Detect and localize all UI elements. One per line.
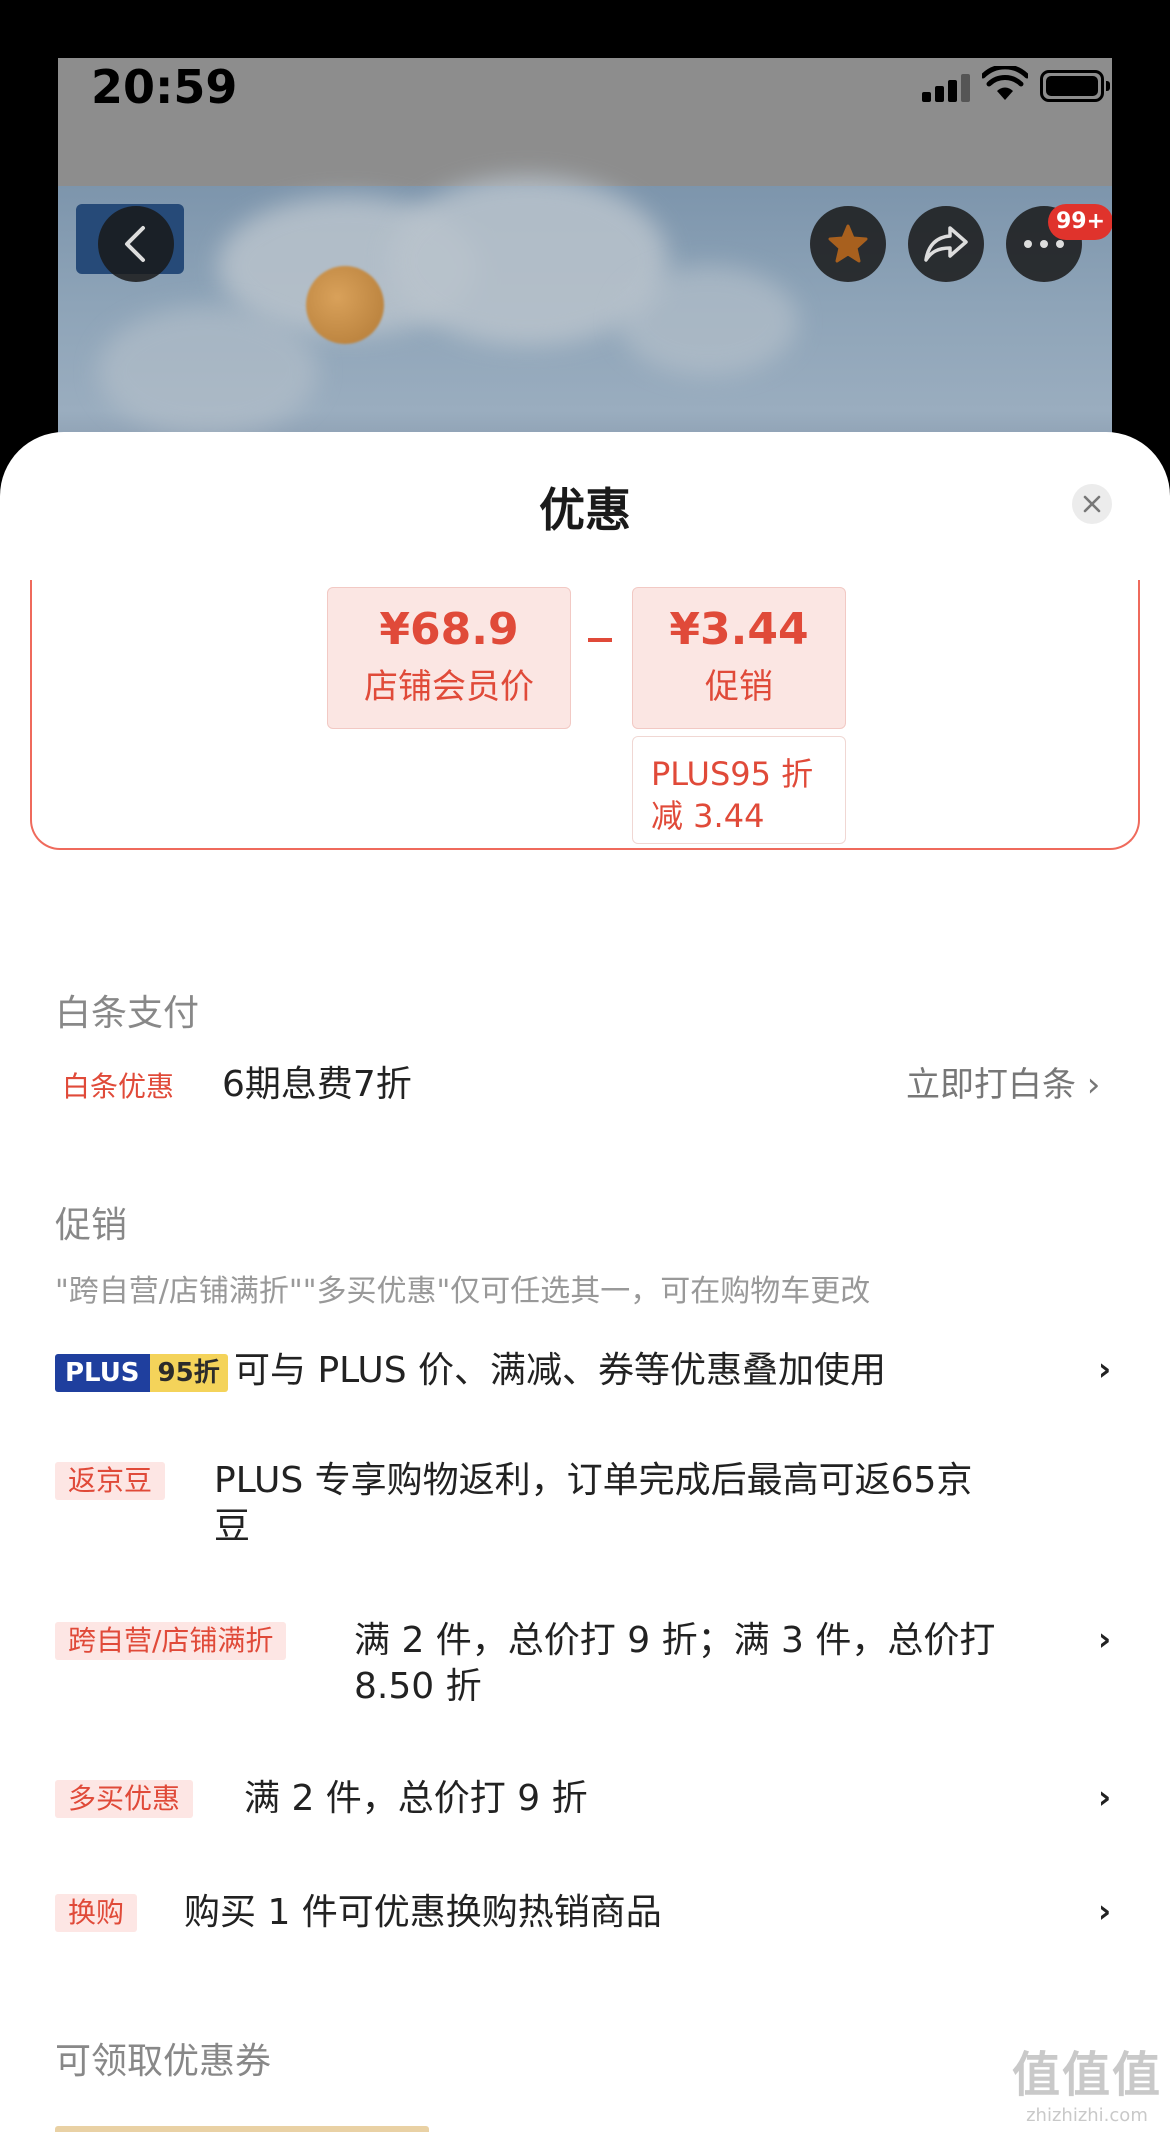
sheet-title: 优惠 — [539, 483, 631, 537]
minus-sign — [588, 638, 612, 642]
baitiao-tag: 白条优惠 — [62, 1070, 175, 1103]
status-time: 20:59 — [91, 60, 238, 114]
site-watermark: 值值值 zhizhizhi.com — [1012, 2035, 1162, 2126]
plus-badge-left: PLUS — [55, 1354, 150, 1392]
promo-desc: PLUS 专享购物返利，订单完成后最高可返65京 豆 — [214, 1458, 1074, 1550]
plus-promo-desc[interactable]: 可与 PLUS 价、满减、券等优惠叠加使用 — [234, 1348, 886, 1394]
baitiao-desc: 6期息费7折 — [222, 1064, 412, 1105]
promotions-section-title: 促销 — [55, 1205, 128, 1246]
watermark-logo-text: 值值值 — [1011, 2047, 1162, 2103]
promo-label: 促销 — [705, 667, 773, 707]
background-product-page: 20:59 99+ — [58, 58, 1112, 478]
promo-amount-tile: ¥3.44 促销 — [632, 587, 846, 729]
plus-detail-line1: PLUS95 折 — [651, 755, 814, 793]
plus-detail-line2: 减 3.44 — [651, 797, 765, 835]
watermark-url: zhizhizhi.com — [1026, 2105, 1148, 2126]
discount-sheet: 优惠 ¥68.9 店铺会员价 ¥3.44 促销 PLUS95 折 减 3.44 … — [0, 432, 1170, 2132]
share-button[interactable] — [908, 206, 984, 282]
promo-amount: ¥3.44 — [669, 604, 809, 655]
chevron-right-icon[interactable]: › — [1098, 1892, 1111, 1930]
close-icon — [1083, 495, 1101, 513]
member-price-tile: ¥68.9 店铺会员价 — [327, 587, 571, 729]
more-icon — [1024, 240, 1064, 248]
plus-discount-detail: PLUS95 折 减 3.44 — [632, 736, 846, 844]
battery-icon — [1040, 70, 1110, 102]
coupon-card-edge[interactable] — [55, 2126, 429, 2132]
favorite-button[interactable] — [810, 206, 886, 282]
promo-desc-line2: 豆 — [214, 1506, 251, 1547]
promo-desc[interactable]: 满 2 件，总价打 9 折；满 3 件，总价打 8.50 折 — [354, 1618, 1074, 1710]
status-bar: 20:59 — [58, 58, 1112, 128]
baitiao-section-title: 白条支付 — [55, 993, 200, 1034]
baitiao-action-link[interactable]: 立即打白条 › — [906, 1062, 1100, 1108]
close-button[interactable] — [1072, 484, 1112, 524]
price-breakdown-card: ¥68.9 店铺会员价 ¥3.44 促销 PLUS95 折 减 3.44 — [30, 580, 1140, 850]
plus-badge-right: 95折 — [149, 1354, 228, 1392]
banner-sun — [306, 266, 384, 344]
promo-desc-line1: 满 2 件，总价打 9 折；满 3 件，总价打 — [354, 1620, 996, 1661]
promo-tag: 换购 — [55, 1894, 138, 1932]
chevron-left-icon — [125, 226, 145, 262]
promo-tag: 跨自营/店铺满折 — [55, 1622, 287, 1660]
plus-95-badge: PLUS 95折 — [55, 1354, 228, 1392]
star-icon — [828, 224, 868, 263]
promo-desc-line1: PLUS 专享购物返利，订单完成后最高可返65京 — [214, 1460, 973, 1501]
wifi-icon — [982, 66, 1028, 100]
promotions-note: "跨自营/店铺满折""多买优惠"仅可任选其一，可在购物车更改 — [55, 1274, 871, 1309]
promo-desc[interactable]: 购买 1 件可优惠换购热销商品 — [184, 1890, 662, 1936]
member-price-label: 店铺会员价 — [364, 667, 534, 707]
back-button[interactable] — [98, 206, 174, 282]
share-icon — [924, 226, 968, 262]
chevron-right-icon[interactable]: › — [1098, 1620, 1111, 1658]
notification-badge: 99+ — [1048, 204, 1112, 240]
member-price: ¥68.9 — [379, 604, 519, 655]
promo-desc[interactable]: 满 2 件，总价打 9 折 — [244, 1776, 588, 1822]
chevron-right-icon[interactable]: › — [1098, 1778, 1111, 1816]
chevron-right-icon[interactable]: › — [1098, 1350, 1111, 1388]
coupons-section-title: 可领取优惠券 — [55, 2041, 272, 2082]
promo-desc-line2: 8.50 折 — [354, 1666, 482, 1707]
signal-icon — [922, 72, 970, 102]
promo-tag: 多买优惠 — [55, 1780, 194, 1818]
promo-tag: 返京豆 — [55, 1462, 166, 1500]
